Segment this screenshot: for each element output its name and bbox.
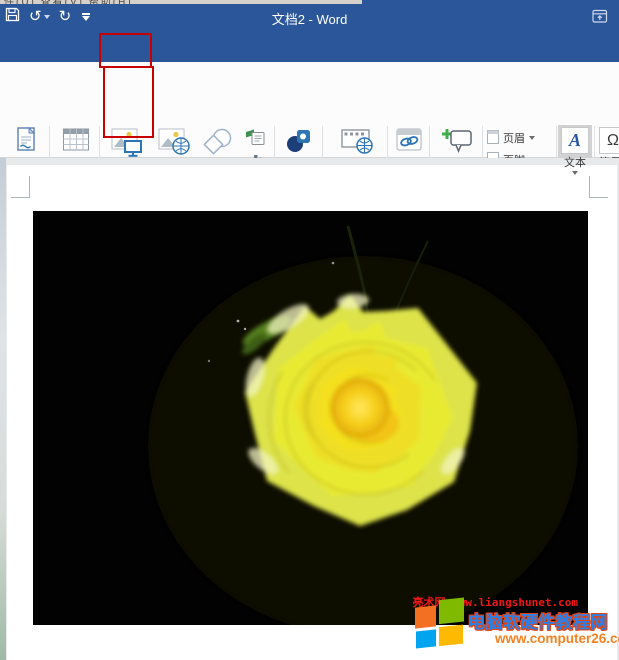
symbol-icon: Ω <box>599 127 619 154</box>
site-name-text: 电脑软硬件教程网 <box>468 608 608 633</box>
online-video-icon <box>340 127 374 159</box>
ribbon-display-options-icon[interactable] <box>592 9 608 29</box>
margin-cropmark-right <box>589 176 608 198</box>
ribbon-tab-bar: 文件 开始 插入 设计 布局 引用 邮件 审阅 视图 告诉我... 登录 <box>0 35 619 62</box>
pages-icon <box>14 127 38 159</box>
logo-square-yellow <box>439 625 463 647</box>
background-window-edge: 件(U) 查看(V) 帮助(H) <box>0 0 362 4</box>
background-menu-fragment: 件(U) 查看(V) 帮助(H) <box>4 0 133 4</box>
site-watermark: 电脑软硬件教程网 www.computer26.com <box>413 597 619 660</box>
comment-icon <box>441 127 473 158</box>
header-button[interactable]: 页眉 <box>487 127 557 149</box>
site-url-text: www.computer26.com <box>495 631 619 646</box>
picture-icon <box>110 127 144 161</box>
text-label: 文本 <box>564 157 586 170</box>
inserted-rose-photo[interactable]: 亮术网 www.liangshunet.com <box>33 211 588 625</box>
site-logo-icon <box>413 596 467 654</box>
online-pictures-icon <box>157 127 191 161</box>
logo-square-orange <box>415 605 436 628</box>
ribbon: 页面 表格 图片 联机图片 形状 <box>0 62 619 158</box>
table-icon <box>62 127 90 157</box>
word-window: ↺ ↻ 文档2 - Word 件(U) 查看(V) 帮助(H) 文件 开始 插入… <box>0 0 619 660</box>
logo-square-green <box>439 597 464 624</box>
text-dropdown-icon <box>572 171 578 175</box>
shapes-icon <box>203 127 235 161</box>
links-icon <box>395 127 423 157</box>
document-area: 亮术网 www.liangshunet.com 电脑软硬件教程网 www.com… <box>0 158 619 660</box>
header-label: 页眉 <box>503 130 525 146</box>
rose-image <box>33 211 588 625</box>
header-icon <box>487 130 499 147</box>
smartart-icon <box>245 128 265 151</box>
background-window-left-edge <box>0 158 6 660</box>
text-button[interactable]: A 文本 <box>559 127 591 175</box>
text-icon: A <box>561 127 589 154</box>
window-title: 文档2 - Word <box>0 9 619 28</box>
header-dropdown-icon <box>529 136 535 140</box>
margin-cropmark-left <box>11 176 30 198</box>
logo-square-blue <box>416 629 436 648</box>
smartart-button[interactable] <box>240 128 270 150</box>
titlebar: ↺ ↻ 文档2 - Word <box>0 0 619 35</box>
addins-icon <box>284 127 314 159</box>
